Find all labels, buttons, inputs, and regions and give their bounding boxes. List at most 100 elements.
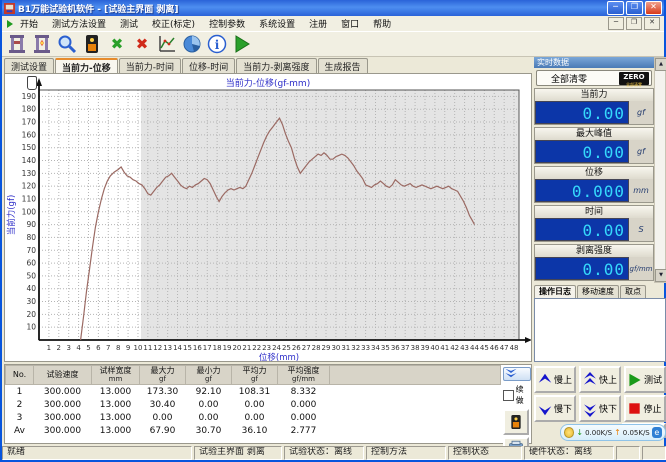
collapse-button[interactable] — [503, 367, 531, 381]
svg-text:80: 80 — [26, 233, 36, 242]
svg-text:150: 150 — [22, 143, 37, 152]
status-spacer — [616, 446, 640, 460]
svg-text:110: 110 — [22, 194, 37, 203]
restore-button[interactable]: ❐ — [626, 1, 643, 15]
menu-system-settings[interactable]: 系统设置 — [252, 17, 302, 30]
status-control-method: 控制方法 — [366, 446, 446, 460]
menu-window[interactable]: 窗口 — [334, 17, 366, 30]
svg-text:10: 10 — [134, 344, 143, 352]
field-value: 0.00 — [535, 218, 629, 241]
memory-card-icon[interactable] — [81, 33, 103, 55]
net-speed-overlay[interactable]: ↓ 0.00K/S ↑ 0.05K/S e — [560, 424, 666, 441]
browser-icon[interactable]: e — [652, 427, 662, 438]
zero-all-label: 全部清零 — [551, 72, 587, 85]
save-card-button[interactable] — [503, 409, 529, 435]
svg-text:70: 70 — [26, 246, 36, 255]
svg-text:170: 170 — [22, 118, 37, 127]
field-label: 时间 — [535, 206, 653, 218]
scroll-up-icon[interactable]: ▲ — [655, 58, 666, 71]
field-label: 最大峰值 — [535, 128, 653, 140]
tab-move-speed[interactable]: 移动速度 — [577, 285, 619, 298]
test-button[interactable]: 测试 — [624, 366, 666, 393]
table-row[interactable]: 3300.00013.0000.000.000.000.000 — [6, 411, 501, 424]
svg-text:29: 29 — [322, 344, 331, 352]
scroll-down-icon[interactable]: ▼ — [655, 269, 666, 282]
continue-checkbox[interactable] — [503, 390, 514, 401]
realtime-scrollbar[interactable]: ▲ ▼ — [654, 57, 666, 283]
results-area: No. 试验速度 试样宽度mm 最大力gf 最小力gf 平均力gf 平均强度gf… — [4, 364, 532, 444]
curve-icon[interactable] — [156, 33, 178, 55]
field-label: 当前力 — [535, 89, 653, 101]
operation-log-list[interactable] — [534, 298, 666, 362]
field-unit: gf — [629, 140, 653, 163]
svg-text:5: 5 — [86, 344, 90, 352]
svg-text:8: 8 — [116, 344, 120, 352]
tab-pick-point[interactable]: 取点 — [620, 285, 646, 298]
stop-button[interactable]: 停止 — [624, 395, 666, 422]
machine-alert-icon[interactable] — [31, 33, 53, 55]
svg-text:48: 48 — [510, 344, 519, 352]
field-label: 位移 — [535, 167, 653, 179]
continue-checkbox-row: 续做 — [503, 384, 531, 406]
chart-tabs: 测试设置 当前力-位移 当前力-时间 位移-时间 当前力-剥离强度 生成报告 — [4, 58, 532, 73]
close-button[interactable]: ✕ — [645, 1, 662, 15]
zoom-icon[interactable] — [56, 33, 78, 55]
upload-speed: 0.05K/S — [623, 429, 650, 437]
svg-text:6: 6 — [96, 344, 101, 352]
svg-text:3: 3 — [66, 344, 70, 352]
menu-test-method[interactable]: 测试方法设置 — [45, 17, 113, 30]
mdi-minimize-button[interactable]: ─ — [608, 17, 624, 30]
svg-text:23: 23 — [262, 344, 271, 352]
svg-text:38: 38 — [411, 344, 420, 352]
fast-down-button[interactable]: 快下 — [579, 395, 621, 422]
coin-icon — [564, 427, 574, 438]
stop-icon — [628, 402, 641, 415]
start-icon[interactable] — [231, 33, 253, 55]
tab-force-peelstrength[interactable]: 当前力-剥离强度 — [236, 58, 316, 73]
tab-force-displacement[interactable]: 当前力-位移 — [55, 58, 118, 73]
info-icon[interactable]: i — [206, 33, 228, 55]
results-table: No. 试验速度 试样宽度mm 最大力gf 最小力gf 平均力gf 平均强度gf… — [5, 365, 501, 437]
status-resize-grip[interactable] — [642, 446, 666, 460]
machine-icon[interactable] — [6, 33, 28, 55]
tab-operation-log[interactable]: 操作日志 — [534, 285, 576, 298]
menu-help[interactable]: 帮助 — [366, 17, 398, 30]
svg-text:i: i — [215, 38, 220, 52]
tab-force-time[interactable]: 当前力-时间 — [119, 58, 181, 73]
tab-displacement-time[interactable]: 位移-时间 — [182, 58, 235, 73]
mdi-restore-button[interactable]: ❐ — [626, 17, 642, 30]
menu-test[interactable]: 测试 — [113, 17, 145, 30]
tab-test-settings[interactable]: 测试设置 — [4, 58, 54, 73]
delete-red-icon[interactable]: ✖ — [131, 33, 153, 55]
table-row[interactable]: 2300.00013.00030.400.000.000.000 — [6, 398, 501, 411]
upload-arrow-icon: ↑ — [614, 428, 621, 437]
table-row[interactable]: 1300.00013.000173.3092.10108.318.332 — [6, 385, 501, 399]
table-row-average[interactable]: Av300.00013.00067.9030.7036.102.777 — [6, 424, 501, 437]
minimize-button[interactable]: ─ — [607, 1, 624, 15]
svg-text:4: 4 — [76, 344, 81, 352]
svg-text:26: 26 — [292, 344, 301, 352]
pie-chart-icon[interactable] — [181, 33, 203, 55]
app-window: B1万能试验机软件 - [试验主界面 剥离] ─ ❐ ✕ 开始 测试方法设置 测… — [0, 0, 666, 462]
menu-calibration[interactable]: 校正(标定) — [145, 17, 202, 30]
svg-text:40: 40 — [430, 344, 439, 352]
fast-up-button[interactable]: 快上 — [579, 366, 621, 393]
delete-green-icon[interactable]: ✖ — [106, 33, 128, 55]
menu-control-params[interactable]: 控制参数 — [202, 17, 252, 30]
tab-report[interactable]: 生成报告 — [318, 58, 368, 73]
zero-all-button[interactable]: 全部清零 ZERO 全部清零 — [536, 70, 652, 86]
slow-up-button[interactable]: 慢上 — [534, 366, 576, 393]
results-header-row: No. 试验速度 试样宽度mm 最大力gf 最小力gf 平均力gf 平均强度gf… — [6, 366, 501, 385]
slow-down-button[interactable]: 慢下 — [534, 395, 576, 422]
realtime-panel: 实时数据 ▲ ▼ 全部清零 ZERO 全部清零 当前力 0.00 gf 最大峰值… — [534, 57, 666, 445]
menu-start[interactable]: 开始 — [13, 17, 45, 30]
svg-text:41: 41 — [440, 344, 449, 352]
svg-text:100: 100 — [22, 207, 37, 216]
svg-text:13: 13 — [163, 344, 172, 352]
menu-register[interactable]: 注册 — [302, 17, 334, 30]
svg-text:31: 31 — [341, 344, 350, 352]
svg-text:40: 40 — [26, 284, 36, 293]
mdi-close-button[interactable]: ✕ — [644, 17, 660, 30]
download-arrow-icon: ↓ — [576, 428, 583, 437]
chevron-down-icon — [538, 402, 552, 416]
